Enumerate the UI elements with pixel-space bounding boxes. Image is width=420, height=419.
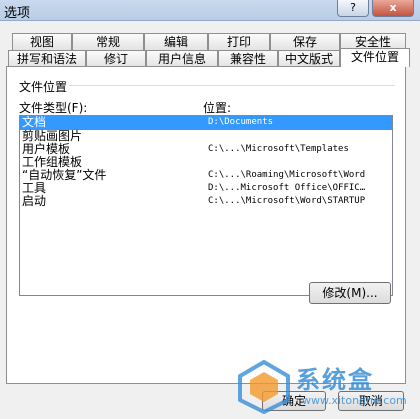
watermark: 系统盒 www.xitonghe.com [234, 356, 414, 416]
watermark-logo-icon [238, 359, 290, 414]
tab-edit[interactable]: 编辑 [144, 33, 208, 50]
list-item[interactable]: 剪贴画图片 [20, 130, 392, 143]
tab-file-locations[interactable]: 文件位置 [340, 48, 410, 67]
tab-compatibility[interactable]: 兼容性 [218, 50, 278, 67]
group-divider [69, 85, 395, 86]
title-bar: 选项 ? x [0, 0, 420, 21]
file-location: D:\...Microsoft Office\OFFIC… [208, 183, 366, 193]
file-type: 文档 [22, 115, 47, 129]
watermark-url: www.xitonghe.com [302, 394, 407, 407]
watermark-brand: 系统盒 [296, 366, 374, 394]
file-location: C:\...\Microsoft\Templates [208, 144, 349, 154]
tab-print[interactable]: 打印 [208, 33, 270, 50]
tab-spelling-grammar[interactable]: 拼写和语法 [8, 50, 86, 67]
file-location: C:\...\Roaming\Microsoft\Word [208, 170, 366, 180]
list-item[interactable]: 工具 D:\...Microsoft Office\OFFIC… [20, 182, 392, 195]
window-title: 选项 [4, 6, 31, 21]
help-button[interactable]: ? [337, 0, 369, 17]
tab-track-changes[interactable]: 修订 [86, 50, 146, 67]
file-location: D:\Documents [208, 117, 274, 127]
file-location: C:\...\Microsoft\Word\STARTUP [208, 196, 366, 206]
modify-button[interactable]: 修改(M)... [309, 282, 391, 304]
tab-view[interactable]: 视图 [12, 33, 72, 50]
file-type: 启动 [22, 194, 47, 208]
close-button[interactable]: x [372, 0, 414, 17]
file-type-column-label: 文件类型(F): [19, 101, 88, 115]
tab-general[interactable]: 常规 [72, 33, 144, 50]
group-title: 文件位置 [19, 80, 68, 94]
location-column-label: 位置: [203, 101, 232, 115]
tab-user-info[interactable]: 用户信息 [146, 50, 218, 67]
list-item[interactable]: 文档 D:\Documents [20, 116, 392, 130]
tab-save[interactable]: 保存 [270, 33, 340, 50]
file-location-list[interactable]: 文档 D:\Documents 剪贴画图片 用户模板 C:\...\Micros… [19, 115, 393, 296]
file-locations-panel: 文件位置 文件类型(F): 位置: 文档 D:\Documents 剪贴画图片 … [6, 66, 406, 384]
window-controls: ? x [337, 0, 414, 17]
tab-asian-typography[interactable]: 中文版式 [278, 50, 340, 67]
list-item[interactable]: “自动恢复”文件 C:\...\Roaming\Microsoft\Word [20, 169, 392, 182]
list-item[interactable]: 启动 C:\...\Microsoft\Word\STARTUP [20, 195, 392, 208]
